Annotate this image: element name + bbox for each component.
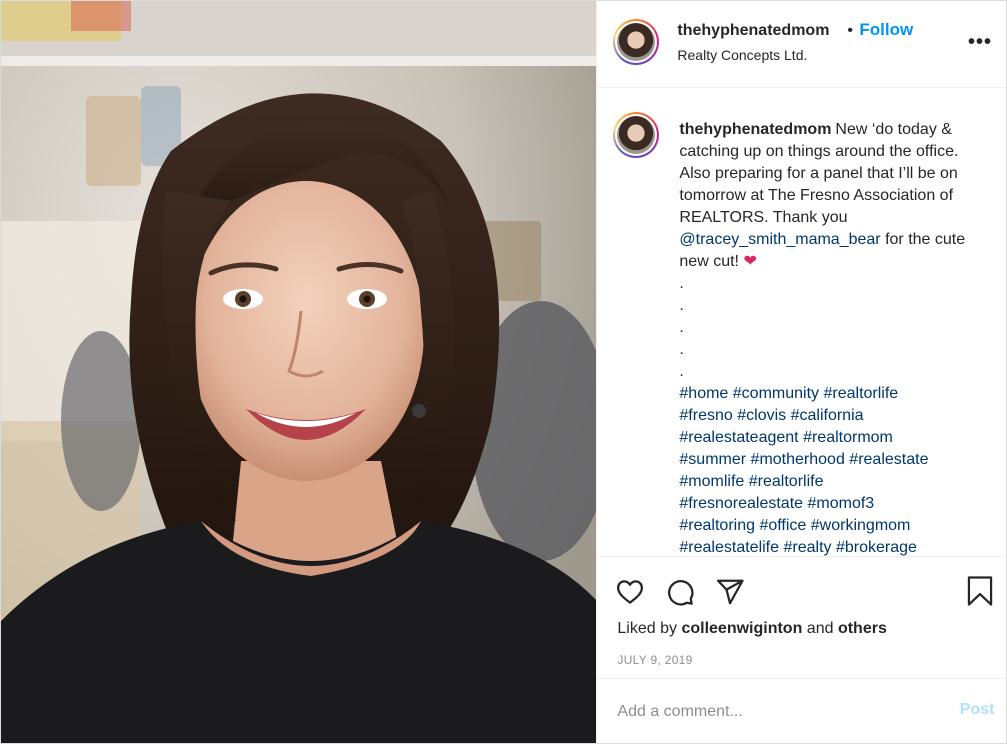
header-location[interactable]: Realty Concepts Ltd. (677, 47, 807, 63)
hashtag-link[interactable]: #momlife (679, 473, 744, 490)
caption-area[interactable]: thehyphenatedmom New ‘do today & catching… (597, 88, 1006, 556)
comment-bar: Post (597, 678, 1007, 743)
hashtag-list: #home #community #realtorlife #fresno #c… (679, 385, 928, 556)
hashtag-link[interactable]: #realestatelife (679, 539, 779, 556)
caption-dots: . . . . . (679, 275, 684, 380)
hashtag-link[interactable]: #realestate (849, 451, 928, 468)
caption-avatar[interactable] (613, 112, 660, 158)
avatar-image (617, 23, 656, 61)
comment-bubble-icon[interactable] (665, 577, 695, 607)
header-separator-dot: • (847, 22, 854, 39)
avatar-image (617, 116, 656, 154)
hashtag-link[interactable]: #community (733, 385, 819, 402)
likes-user-link[interactable]: colleenwiginton (681, 620, 802, 637)
hashtag-link[interactable]: #motherhood (751, 451, 845, 468)
follow-button[interactable]: Follow (859, 20, 913, 40)
hashtag-link[interactable]: #california (791, 407, 864, 424)
hashtag-link[interactable]: #fresno (679, 407, 732, 424)
paper-plane-icon[interactable] (715, 577, 745, 607)
hashtag-link[interactable]: #realty (783, 539, 831, 556)
hashtag-link[interactable]: #realtorlife (749, 473, 824, 490)
avatar-border (615, 21, 658, 63)
post-photo[interactable] (1, 1, 597, 743)
portrait-illustration (1, 1, 597, 743)
hashtag-link[interactable]: #realtoring (679, 517, 755, 534)
header-username[interactable]: thehyphenatedmom (677, 22, 829, 40)
hashtag-link[interactable]: #clovis (737, 407, 786, 424)
hashtag-link[interactable]: #realtormom (803, 429, 893, 446)
avatar-border (615, 114, 658, 156)
hashtag-link[interactable]: #brokerage (836, 539, 917, 556)
post-side-panel: thehyphenatedmom • Follow Realty Concept… (596, 1, 1007, 743)
post-dialog: thehyphenatedmom • Follow Realty Concept… (0, 0, 1007, 744)
comment-input[interactable] (615, 697, 930, 727)
likes-summary: Liked by colleenwiginton and others (617, 620, 886, 638)
heart-emoji-icon: ❤ (743, 253, 757, 270)
hashtag-link[interactable]: #summer (679, 451, 746, 468)
hashtag-link[interactable]: #momof3 (808, 495, 875, 512)
hashtag-link[interactable]: #fresnorealestate (679, 495, 803, 512)
post-date[interactable]: JULY 9, 2019 (617, 653, 692, 667)
likes-others-link[interactable]: others (838, 620, 887, 637)
likes-middle: and (802, 620, 838, 637)
hashtag-link[interactable]: #realestateagent (679, 429, 798, 446)
more-options-icon[interactable]: ••• (968, 31, 992, 54)
post-comment-button[interactable]: Post (960, 701, 995, 719)
bookmark-icon[interactable] (965, 575, 995, 607)
caption-text: thehyphenatedmom New ‘do today & catching… (679, 119, 987, 556)
post-header: thehyphenatedmom • Follow Realty Concept… (597, 1, 1006, 88)
caption-username[interactable]: thehyphenatedmom (679, 121, 831, 138)
hashtag-link[interactable]: #realtorlife (823, 385, 898, 402)
author-avatar[interactable] (613, 19, 660, 65)
hashtag-link[interactable]: #home (679, 385, 728, 402)
hashtag-link[interactable]: #office (759, 517, 806, 534)
heart-outline-icon[interactable] (615, 577, 645, 607)
likes-prefix: Liked by (617, 620, 682, 637)
hashtag-link[interactable]: #workingmom (811, 517, 911, 534)
caption-mention[interactable]: @tracey_smith_mama_bear (679, 231, 880, 248)
